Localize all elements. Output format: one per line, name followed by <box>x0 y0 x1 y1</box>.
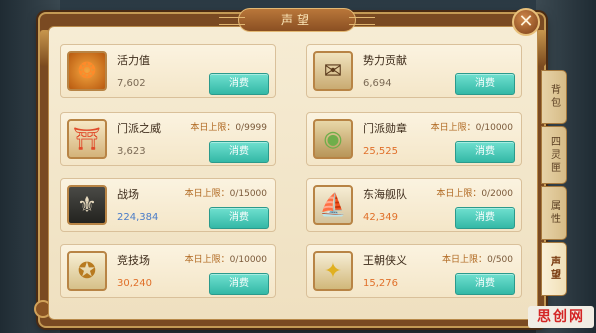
daily-limit-value: 0/10000 <box>229 255 267 265</box>
card-name: 战场 <box>117 188 139 201</box>
daily-limit-value: 0/500 <box>487 255 513 265</box>
watermark-logo: 思创网 <box>528 306 594 328</box>
close-button[interactable]: ✕ <box>512 8 540 36</box>
daily-limit: 本日上限：0/500 <box>442 252 513 265</box>
daily-limit: 本日上限：0/15000 <box>185 186 267 199</box>
daily-limit-value: 0/9999 <box>235 123 267 133</box>
dynasty-token-icon-glyph: ✦ <box>323 258 343 284</box>
reputation-card: ✉ 势力贡献 6,694 消费 <box>306 44 522 98</box>
vitality-icon-glyph: ❂ <box>77 58 97 84</box>
daily-limit-label: 本日上限： <box>184 189 230 199</box>
battlefield-icon: ⚜ <box>67 185 107 225</box>
tab-four-spirits-box[interactable]: 四灵匣 <box>541 126 567 184</box>
card-name: 活力值 <box>117 54 150 67</box>
card-name: 门派之威 <box>117 122 161 135</box>
warship-icon-glyph: ⛵ <box>319 192 347 218</box>
card-name: 王朝侠义 <box>363 254 407 267</box>
consume-button[interactable]: 消费 <box>455 73 515 95</box>
card-name: 竞技场 <box>117 254 150 267</box>
reputation-card: ⚜ 战场 224,384 本日上限：0/15000 消费 <box>60 178 276 232</box>
card-value: 6,694 <box>363 78 392 89</box>
daily-limit-label: 本日上限： <box>436 189 482 199</box>
reputation-card: ✪ 竞技场 30,240 本日上限：0/10000 消费 <box>60 244 276 298</box>
daily-limit: 本日上限：0/10000 <box>431 120 513 133</box>
reputation-card: ✦ 王朝侠义 15,276 本日上限：0/500 消费 <box>306 244 522 298</box>
consume-button[interactable]: 消费 <box>209 207 269 229</box>
reputation-card: ◉ 门派勋章 25,525 本日上限：0/10000 消费 <box>306 112 522 166</box>
window-title: 声望 <box>219 8 375 32</box>
contribution-token-icon: ✉ <box>313 51 353 91</box>
vitality-icon: ❂ <box>67 51 107 91</box>
daily-limit-value: 0/15000 <box>229 189 267 199</box>
reputation-card: ⛵ 东海舰队 42,349 本日上限：0/2000 消费 <box>306 178 522 232</box>
daily-limit-value: 0/10000 <box>475 123 513 133</box>
consume-button[interactable]: 消费 <box>455 273 515 295</box>
contribution-token-icon-glyph: ✉ <box>323 58 343 84</box>
card-value: 15,276 <box>363 278 398 289</box>
consume-button[interactable]: 消费 <box>209 141 269 163</box>
card-value: 42,349 <box>363 212 398 223</box>
consume-button[interactable]: 消费 <box>455 141 515 163</box>
card-value: 224,384 <box>117 212 159 223</box>
daily-limit-label: 本日上限： <box>442 255 488 265</box>
battlefield-icon-glyph: ⚜ <box>77 192 97 218</box>
card-value: 30,240 <box>117 278 152 289</box>
card-value: 25,525 <box>363 146 398 157</box>
reputation-card: ⛩ 门派之威 3,623 本日上限：0/9999 消费 <box>60 112 276 166</box>
arena-coin-icon-glyph: ✪ <box>77 258 97 284</box>
daily-limit: 本日上限：0/10000 <box>185 252 267 265</box>
consume-button[interactable]: 消费 <box>455 207 515 229</box>
consume-button[interactable]: 消费 <box>209 73 269 95</box>
daily-limit-label: 本日上限： <box>190 123 236 133</box>
card-value: 7,602 <box>117 78 146 89</box>
daily-limit-value: 0/2000 <box>481 189 513 199</box>
card-value: 3,623 <box>117 146 146 157</box>
daily-limit: 本日上限：0/2000 <box>436 186 513 199</box>
sect-medal-icon-glyph: ◉ <box>323 126 343 152</box>
daily-limit: 本日上限：0/9999 <box>190 120 267 133</box>
warship-icon: ⛵ <box>313 185 353 225</box>
sect-medal-icon: ◉ <box>313 119 353 159</box>
reputation-card: ❂ 活力值 7,602 消费 <box>60 44 276 98</box>
card-name: 东海舰队 <box>363 188 407 201</box>
arena-coin-icon: ✪ <box>67 251 107 291</box>
card-name: 门派勋章 <box>363 122 407 135</box>
daily-limit-label: 本日上限： <box>430 123 476 133</box>
tab-attributes[interactable]: 属性 <box>541 186 567 240</box>
card-name: 势力贡献 <box>363 54 407 67</box>
tab-reputation[interactable]: 声望 <box>541 242 567 296</box>
tab-backpack[interactable]: 背包 <box>541 70 567 124</box>
sect-gate-icon: ⛩ <box>67 119 107 159</box>
daily-limit-label: 本日上限： <box>184 255 230 265</box>
dynasty-token-icon: ✦ <box>313 251 353 291</box>
sect-gate-icon-glyph: ⛩ <box>73 126 101 152</box>
consume-button[interactable]: 消费 <box>209 273 269 295</box>
